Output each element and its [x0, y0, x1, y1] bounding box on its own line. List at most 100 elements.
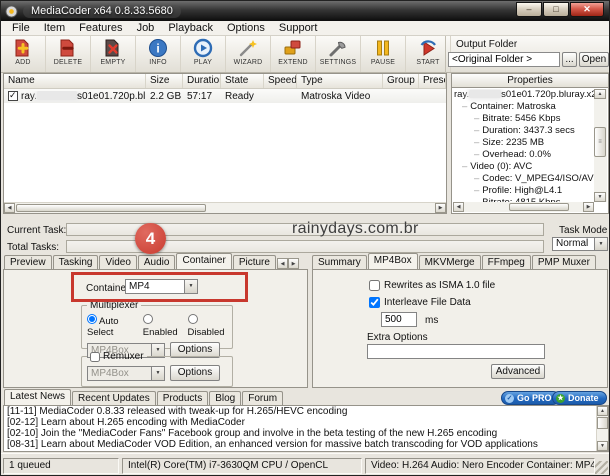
radio-auto-select[interactable]: Auto Select: [87, 314, 136, 338]
tab-summary[interactable]: Summary: [312, 255, 367, 269]
browse-button[interactable]: ...: [562, 52, 578, 67]
column-name[interactable]: Name: [4, 74, 146, 88]
enabled-radio[interactable]: [142, 314, 153, 324]
tab-preview[interactable]: Preview: [4, 255, 52, 269]
scroll-thumb[interactable]: [16, 204, 206, 212]
scroll-up-icon[interactable]: ▲: [594, 89, 606, 99]
menu-support[interactable]: Support: [272, 22, 325, 34]
menu-options[interactable]: Options: [220, 22, 272, 34]
column-duration[interactable]: Duration: [183, 74, 221, 88]
tree-item[interactable]: Overhead: 0.0%: [454, 149, 594, 161]
news-item[interactable]: [11-11] MediaCoder 0.8.33 released with …: [4, 406, 608, 417]
pause-button[interactable]: PAUSE: [361, 36, 406, 72]
menu-features[interactable]: Features: [72, 22, 129, 34]
empty-button[interactable]: EMPTY: [91, 36, 136, 72]
extra-options-input[interactable]: [367, 344, 545, 359]
scroll-thumb[interactable]: [597, 417, 608, 429]
scroll-down-icon[interactable]: ▼: [594, 192, 606, 202]
extend-button[interactable]: EXTEND: [271, 36, 316, 72]
radio-enabled[interactable]: Enabled: [142, 314, 181, 338]
column-type[interactable]: Type: [297, 74, 383, 88]
tab-pmp-muxer[interactable]: PMP Muxer: [531, 255, 596, 269]
interleave-checkbox[interactable]: [369, 297, 380, 308]
scroll-right-icon[interactable]: ▶: [435, 203, 446, 213]
tree-root[interactable]: ray. s01e01.720p.bluray.x264-re: [454, 89, 594, 101]
column-size[interactable]: Size: [146, 74, 183, 88]
tree-item[interactable]: Duration: 3437.3 secs: [454, 125, 594, 137]
tab-container[interactable]: Container: [176, 253, 232, 269]
tab-mp4box[interactable]: MP4Box: [367, 253, 418, 269]
tab-scroll-right-icon[interactable]: ▶: [288, 258, 299, 269]
resize-grip[interactable]: [595, 461, 608, 474]
properties-header[interactable]: Properties: [451, 73, 609, 88]
tab-picture[interactable]: Picture: [232, 255, 276, 269]
column-speed[interactable]: Speed: [264, 74, 297, 88]
file-list-hscrollbar[interactable]: ◀ ▶: [4, 202, 446, 213]
remuxer-checkbox[interactable]: [90, 351, 100, 362]
info-button[interactable]: i INFO: [136, 36, 181, 72]
scroll-up-icon[interactable]: ▲: [597, 406, 608, 416]
column-preset-file[interactable]: Preset File: [419, 74, 446, 88]
menu-item[interactable]: Item: [37, 22, 72, 34]
donate-button[interactable]: ★ Donate: [552, 391, 607, 405]
tree-item[interactable]: Container: Matroska: [454, 101, 594, 113]
go-pro-button[interactable]: ✓ Go PRO: [501, 391, 560, 405]
tab-tasking[interactable]: Tasking: [52, 255, 99, 269]
menu-job[interactable]: Job: [130, 22, 162, 34]
add-button[interactable]: ADD: [1, 36, 46, 72]
scroll-left-icon[interactable]: ◀: [453, 202, 464, 212]
column-state[interactable]: State: [221, 74, 264, 88]
column-group[interactable]: Group: [383, 74, 419, 88]
close-button[interactable]: ✕: [570, 2, 604, 17]
delete-button[interactable]: DELETE: [46, 36, 91, 72]
tab-forum[interactable]: Forum: [242, 391, 284, 405]
radio-disabled[interactable]: Disabled: [187, 314, 227, 338]
file-checkbox[interactable]: [8, 90, 18, 101]
menu-file[interactable]: File: [5, 22, 37, 34]
isma-checkbox[interactable]: [369, 280, 380, 291]
tree-item[interactable]: Size: 2235 MB: [454, 137, 594, 149]
tree-item[interactable]: Video (0): AVC: [454, 161, 594, 173]
news-item[interactable]: [02-12] Learn about H.265 encoding with …: [4, 417, 608, 428]
tab-recent-updates[interactable]: Recent Updates: [72, 391, 156, 405]
tree-item[interactable]: Codec: V_MPEG4/ISO/AVC: [454, 173, 594, 185]
file-row[interactable]: ray. s01e01.720p.bluray... 2.2 GB 57:17 R…: [4, 89, 446, 103]
scroll-thumb[interactable]: ≡: [594, 127, 606, 157]
tab-scroll-left-icon[interactable]: ◀: [277, 258, 288, 269]
settings-button[interactable]: SETTINGS: [316, 36, 361, 72]
tree-item[interactable]: Profile: High@L4.1: [454, 185, 594, 197]
tab-blog[interactable]: Blog: [209, 391, 242, 405]
tab-video[interactable]: Video: [99, 255, 137, 269]
remuxer-checkbox-label[interactable]: Remuxer: [90, 351, 144, 362]
tab-audio[interactable]: Audio: [137, 255, 176, 269]
news-item[interactable]: [02-10] Join the "MediaCoder Fans" Faceb…: [4, 428, 608, 439]
tab-latest-news[interactable]: Latest News: [4, 389, 72, 405]
minimize-button[interactable]: –: [516, 2, 542, 17]
open-button[interactable]: Open: [579, 52, 609, 67]
properties-vscrollbar[interactable]: ▲ ≡ ▼: [594, 89, 607, 202]
properties-hscrollbar[interactable]: ◀ ▶: [453, 202, 594, 212]
scroll-left-icon[interactable]: ◀: [4, 203, 15, 213]
interleave-ms-input[interactable]: [381, 312, 417, 327]
interleave-checkbox-row[interactable]: Interleave File Data: [369, 297, 471, 308]
play-button[interactable]: PLAY: [181, 36, 226, 72]
output-folder-input[interactable]: [448, 52, 560, 67]
news-vscrollbar[interactable]: ▲ ▼: [596, 406, 608, 451]
disabled-radio[interactable]: [187, 314, 198, 324]
tab-ffmpeg[interactable]: FFmpeg: [481, 255, 531, 269]
isma-checkbox-row[interactable]: Rewrites as ISMA 1.0 file: [369, 280, 495, 291]
remuxer-options-button[interactable]: Options: [170, 365, 220, 381]
maximize-button[interactable]: □: [543, 2, 569, 17]
auto-select-radio[interactable]: [87, 314, 97, 324]
scroll-thumb[interactable]: [509, 203, 569, 211]
menu-playback[interactable]: Playback: [161, 22, 220, 34]
wizard-button[interactable]: WIZARD: [226, 36, 271, 72]
tab-mkvmerge[interactable]: MKVMerge: [418, 255, 481, 269]
tree-item[interactable]: Bitrate: 5456 Kbps: [454, 113, 594, 125]
tab-products[interactable]: Products: [156, 391, 209, 405]
advanced-button[interactable]: Advanced: [491, 364, 545, 379]
news-item[interactable]: [08-31] Learn about MediaCoder VOD Editi…: [4, 439, 608, 450]
task-mode-select[interactable]: Normal ▼: [552, 237, 608, 251]
chevron-down-icon[interactable]: ▼: [594, 238, 607, 250]
scroll-right-icon[interactable]: ▶: [583, 202, 594, 212]
